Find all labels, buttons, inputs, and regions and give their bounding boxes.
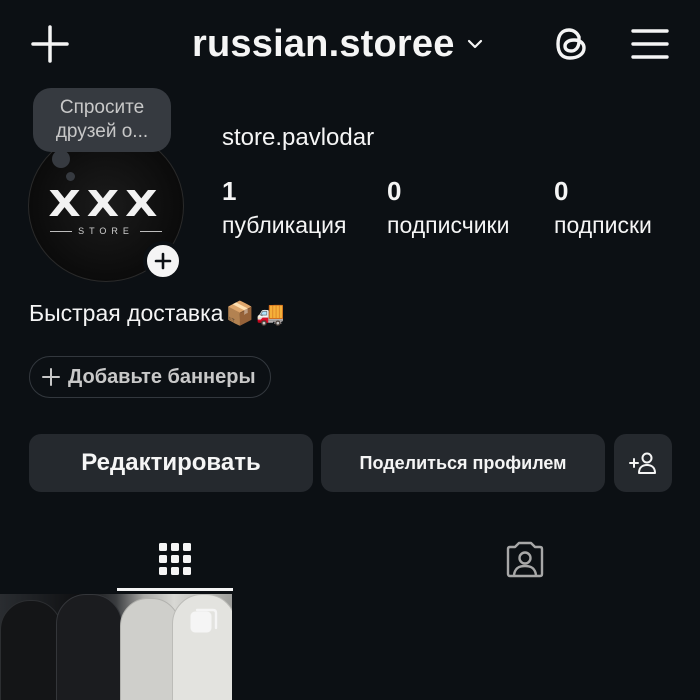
discover-people-button[interactable] (614, 434, 672, 492)
top-bar: russian.storee (0, 0, 700, 90)
hamburger-menu-icon (631, 29, 669, 59)
sneaker-image-part (56, 594, 122, 700)
active-tab-indicator (117, 588, 233, 591)
plus-icon (31, 25, 69, 63)
package-emoji: 📦 (225, 300, 255, 326)
threads-icon (556, 28, 586, 60)
plus-icon (42, 368, 60, 386)
truck-emoji: 🚚 (256, 300, 285, 326)
stat-following[interactable]: 0 подписки (554, 176, 652, 240)
profile-screen: russian.storee XXX STORE Спросите друзей… (0, 0, 700, 700)
stat-label: публикация (222, 212, 347, 238)
menu-button[interactable] (626, 22, 674, 66)
add-banners-label: Добавьте баннеры (68, 365, 256, 388)
tagged-person-icon (506, 541, 544, 578)
profile-username: russian.storee (192, 22, 455, 65)
avatar-logo-subline: STORE (50, 226, 162, 236)
bio-text: Быстрая доставка (29, 300, 224, 326)
create-button[interactable] (28, 22, 72, 66)
stat-label: подписчики (387, 212, 510, 238)
stat-value: 0 (387, 176, 402, 206)
sneaker-image-part (0, 600, 62, 700)
logo-divider (139, 230, 162, 232)
stat-value: 1 (222, 176, 237, 206)
account-switcher[interactable]: russian.storee (192, 18, 487, 70)
carousel-icon (190, 608, 218, 633)
bio: Быстрая доставка 📦 🚚 (29, 300, 285, 327)
edit-profile-button[interactable]: Редактировать (29, 434, 313, 492)
stat-label: подписки (554, 212, 652, 238)
note-bubble[interactable]: Спросите друзей о... (33, 88, 171, 152)
stat-posts[interactable]: 1 публикация (222, 176, 346, 240)
plus-icon (154, 252, 172, 270)
share-profile-button[interactable]: Поделиться профилем (321, 434, 605, 492)
display-name: store.pavlodar (222, 124, 375, 151)
add-story-button[interactable] (143, 241, 183, 281)
add-person-icon (629, 452, 656, 474)
note-tail-dot (52, 150, 70, 168)
sneaker-image-part (120, 598, 180, 700)
note-line-2: друзей о... (55, 121, 149, 142)
note-tail-dot (66, 172, 75, 181)
avatar-logo-subtext: STORE (78, 226, 134, 236)
avatar-logo-text: XXX (48, 182, 164, 225)
grid-icon (159, 543, 191, 575)
stat-value: 0 (554, 176, 569, 206)
tab-tagged[interactable] (467, 526, 583, 592)
stat-followers[interactable]: 0 подписчики (387, 176, 509, 240)
add-banners-button[interactable]: Добавьте баннеры (29, 356, 271, 398)
logo-divider (50, 230, 73, 232)
chevron-down-icon (465, 33, 487, 55)
threads-button[interactable] (548, 20, 596, 68)
tab-posts-grid[interactable] (117, 526, 233, 592)
note-line-1: Спросите (59, 97, 145, 118)
